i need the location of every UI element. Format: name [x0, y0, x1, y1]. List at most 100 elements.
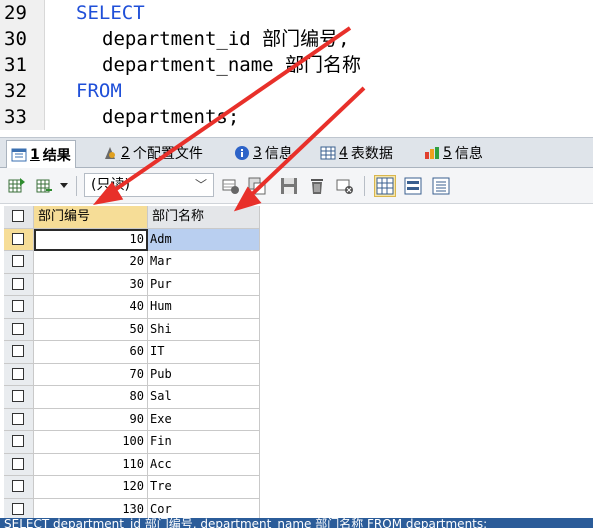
cell-dept-name[interactable]: Pur — [148, 273, 260, 296]
toolbar-separator — [76, 176, 77, 196]
cell-dept-name[interactable]: Adm — [148, 228, 260, 251]
row-select-cell[interactable] — [4, 386, 34, 409]
import-dropdown[interactable] — [58, 175, 70, 197]
row-checkbox[interactable] — [12, 300, 24, 312]
tab-label: 信息 — [264, 146, 293, 162]
refresh-button[interactable] — [334, 175, 356, 197]
row-select-cell[interactable] — [4, 476, 34, 499]
cell-dept-id[interactable]: 10 — [34, 228, 148, 251]
table-row[interactable]: 40 Hum — [4, 296, 260, 319]
export-icon — [8, 178, 25, 193]
row-select-cell[interactable] — [4, 251, 34, 274]
table-row[interactable]: 120 Tre — [4, 476, 260, 499]
tab-history-info[interactable]: 5 信息 — [420, 140, 487, 166]
row-select-cell[interactable] — [4, 408, 34, 431]
table-row[interactable]: 20 Mar — [4, 251, 260, 274]
result-grid[interactable]: 部门编号 部门名称 10 Adm 20 Mar 30 Pur 40 Hum 50 Shi 60 IT 7… — [4, 206, 260, 518]
table-row[interactable]: 70 Pub — [4, 363, 260, 386]
tab-results[interactable]: 1 结果 — [6, 140, 76, 168]
row-select-cell[interactable] — [4, 341, 34, 364]
row-checkbox[interactable] — [12, 345, 24, 357]
code-line[interactable]: 32 FROM — [0, 78, 593, 104]
row-checkbox[interactable] — [12, 435, 24, 447]
form-view-button[interactable] — [402, 175, 424, 197]
code-line[interactable]: 33 departments; — [0, 104, 593, 130]
row-checkbox[interactable] — [12, 255, 24, 267]
code-line[interactable]: 29 SELECT — [0, 0, 593, 26]
row-checkbox[interactable] — [12, 322, 24, 335]
cell-dept-name[interactable]: IT — [148, 341, 260, 364]
cell-dept-id[interactable]: 100 — [34, 431, 148, 454]
cell-dept-id[interactable]: 50 — [34, 318, 148, 341]
cell-dept-id[interactable]: 120 — [34, 476, 148, 499]
row-select-cell[interactable] — [4, 228, 34, 251]
column-header-dept-id[interactable]: 部门编号 — [34, 206, 148, 229]
select-all-cell[interactable] — [4, 206, 34, 229]
row-select-cell[interactable] — [4, 273, 34, 296]
row-checkbox[interactable] — [12, 232, 24, 245]
delete-button[interactable] — [306, 175, 328, 197]
row-checkbox[interactable] — [12, 457, 24, 470]
cell-dept-name[interactable]: Cor — [148, 498, 260, 518]
table-row[interactable]: 100 Fin — [4, 431, 260, 454]
cell-dept-id[interactable]: 40 — [34, 296, 148, 319]
row-select-cell[interactable] — [4, 296, 34, 319]
edit-mode-select[interactable]: (只读) ﹀ — [84, 173, 214, 197]
cell-dept-id[interactable]: 80 — [34, 386, 148, 409]
cell-dept-name[interactable]: Shi — [148, 318, 260, 341]
column-header-dept-name[interactable]: 部门名称 — [148, 206, 260, 229]
table-row[interactable]: 10 Adm — [4, 228, 260, 251]
cell-dept-id[interactable]: 70 — [34, 363, 148, 386]
table-row[interactable]: 110 Acc — [4, 453, 260, 476]
cell-dept-id[interactable]: 20 — [34, 251, 148, 274]
tab-number: 1 — [30, 146, 40, 163]
row-select-cell[interactable] — [4, 453, 34, 476]
table-row[interactable]: 80 Sal — [4, 386, 260, 409]
results-icon — [11, 148, 27, 161]
row-checkbox[interactable] — [12, 367, 24, 380]
add-row-button[interactable] — [220, 175, 242, 197]
cell-dept-name[interactable]: Acc — [148, 453, 260, 476]
table-row[interactable]: 60 IT — [4, 341, 260, 364]
table-row[interactable]: 50 Shi — [4, 318, 260, 341]
cell-dept-id[interactable]: 90 — [34, 408, 148, 431]
row-checkbox[interactable] — [12, 480, 24, 492]
cell-dept-id[interactable]: 60 — [34, 341, 148, 364]
code-line[interactable]: 30 department_id 部门编号, — [0, 26, 593, 52]
sql-editor[interactable]: 29 SELECT 30 department_id 部门编号, 31 depa… — [0, 0, 593, 130]
cell-dept-id[interactable]: 110 — [34, 453, 148, 476]
cell-dept-name[interactable]: Tre — [148, 476, 260, 499]
row-checkbox[interactable] — [12, 502, 24, 515]
save-button[interactable] — [278, 175, 300, 197]
cell-dept-name[interactable]: Sal — [148, 386, 260, 409]
refresh-icon — [336, 179, 353, 194]
cell-dept-name[interactable]: Fin — [148, 431, 260, 454]
cell-dept-name[interactable]: Hum — [148, 296, 260, 319]
row-select-cell[interactable] — [4, 431, 34, 454]
cell-dept-id[interactable]: 130 — [34, 498, 148, 518]
table-row[interactable]: 90 Exe — [4, 408, 260, 431]
select-all-checkbox[interactable] — [12, 210, 24, 222]
code-line[interactable]: 31 department_name 部门名称 — [0, 52, 593, 78]
row-select-cell[interactable] — [4, 318, 34, 341]
table-row[interactable]: 130 Cor — [4, 498, 260, 518]
row-checkbox[interactable] — [12, 390, 24, 402]
import-button[interactable] — [34, 175, 56, 197]
cell-dept-name[interactable]: Exe — [148, 408, 260, 431]
export-button[interactable] — [6, 175, 28, 197]
cell-dept-name[interactable]: Pub — [148, 363, 260, 386]
tab-number: 5 — [443, 145, 452, 161]
tab-info[interactable]: 3 信息 — [230, 140, 297, 166]
table-row[interactable]: 30 Pur — [4, 273, 260, 296]
cell-dept-name[interactable]: Mar — [148, 251, 260, 274]
duplicate-row-button[interactable] — [246, 175, 268, 197]
row-select-cell[interactable] — [4, 363, 34, 386]
tab-profile[interactable]: 2 个配置文件 — [98, 140, 207, 166]
grid-view-button[interactable] — [374, 175, 396, 197]
cell-dept-id[interactable]: 30 — [34, 273, 148, 296]
tab-table-data[interactable]: 4 表数据 — [316, 140, 397, 166]
row-checkbox[interactable] — [12, 277, 24, 290]
text-view-button[interactable] — [430, 175, 452, 197]
row-checkbox[interactable] — [12, 412, 24, 425]
row-select-cell[interactable] — [4, 498, 34, 518]
